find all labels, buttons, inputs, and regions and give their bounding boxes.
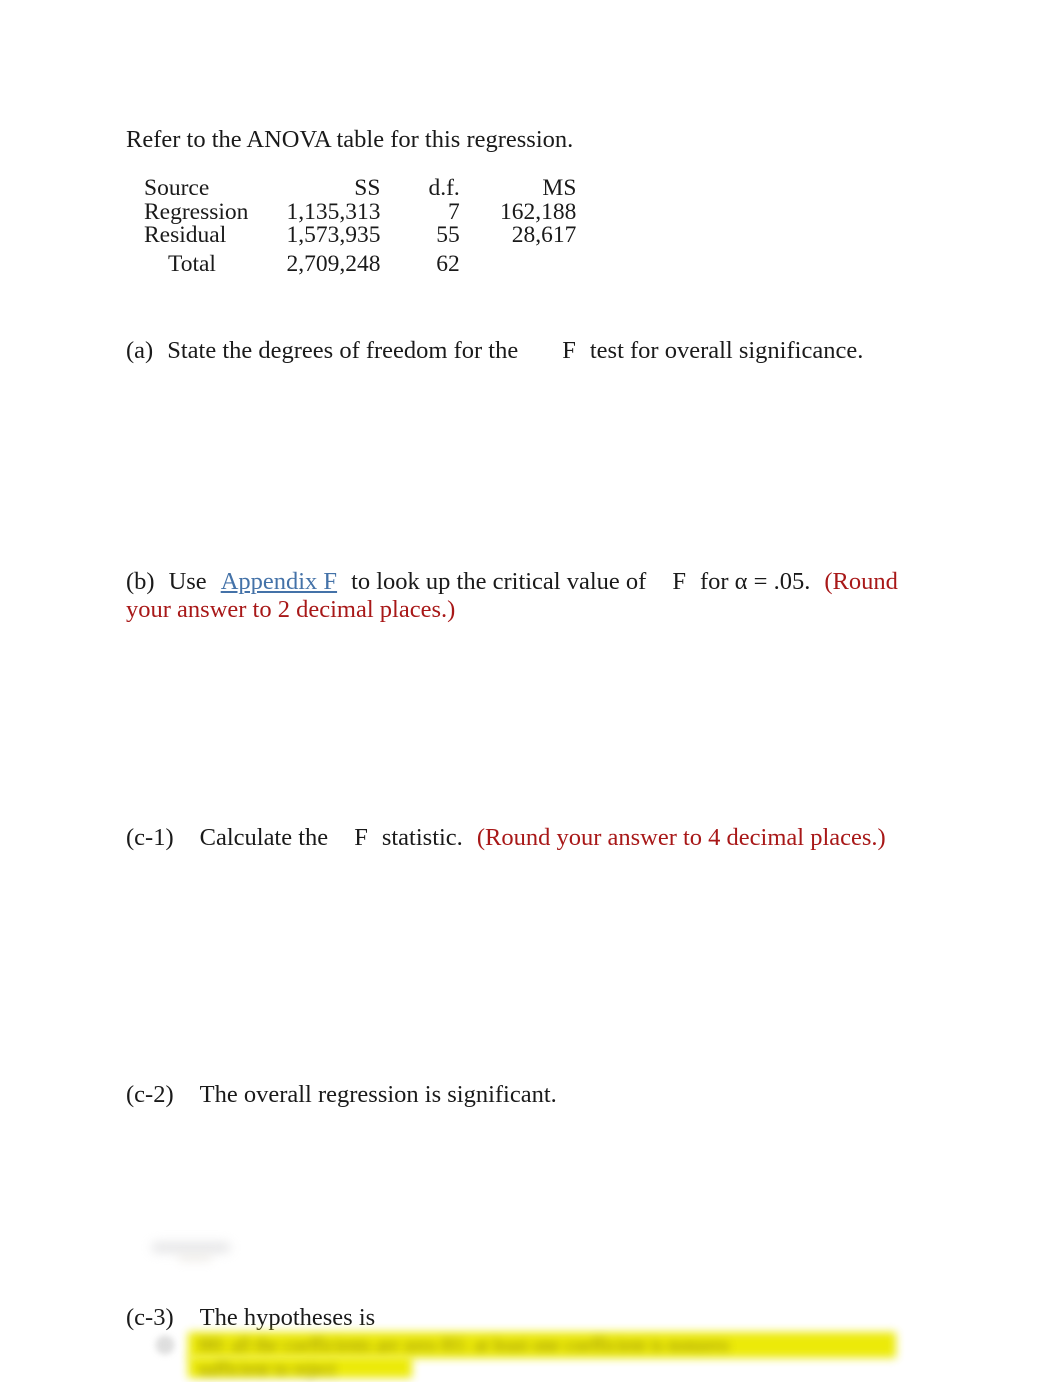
cell-source: Residual [144, 222, 227, 249]
question-b-label: (b) [126, 568, 155, 595]
header-source: Source [144, 175, 210, 201]
question-c1-label: (c-1) [126, 824, 174, 851]
question-c2-label: (c-2) [126, 1081, 174, 1108]
header-df: d.f. [428, 175, 460, 201]
table-row: Regression 1,135,313 7 162,188 [144, 198, 577, 225]
question-c1-text-after: statistic. [381, 824, 463, 851]
table-row: Total 2,709,248 62 [144, 248, 576, 277]
answer-option-line-2: sufficient to reject [198, 1359, 336, 1380]
question-c2: (c-2) The overall regression is significa… [126, 1081, 926, 1109]
question-c1-hint: (Round your answer to 4 decimal places.) [476, 824, 886, 851]
cell-ss: 1,573,935 [286, 222, 381, 249]
intro-sentence: Refer to the ANOVA table for this regres… [126, 126, 574, 153]
question-b-text-3: for α = .05. [699, 568, 811, 595]
question-a: (a) State the degrees of freedom for the F… [126, 337, 926, 365]
header-ms: MS [542, 175, 577, 201]
cell-ss: 1,135,313 [286, 198, 381, 225]
cell-ms: 162,188 [500, 198, 577, 225]
table-header-row: Source SS d.f. MS [144, 175, 577, 201]
appendix-f-link[interactable]: Appendix F [221, 568, 337, 595]
question-c1: (c-1) Calculate the Fstatistic. (Round your… [126, 824, 926, 852]
header-ss: SS [354, 175, 381, 201]
cell-source: Total [168, 250, 216, 277]
question-a-variable: F [562, 337, 576, 364]
question-a-text-before: State the degrees of freedom for the [167, 337, 519, 364]
cell-df: 7 [448, 198, 460, 225]
table-row: Residual 1,573,935 55 28,617 [144, 224, 576, 248]
question-a-text-after: test for overall significance. [589, 337, 864, 364]
question-b-text-2: to look up the critical value of [351, 568, 647, 595]
radio-button-icon[interactable] [156, 1336, 174, 1354]
question-b: (b) Use Appendix F to look up the critical … [126, 568, 926, 624]
answer-option-line-1: H0: all the coefficients are zero H1: at… [198, 1335, 730, 1356]
cell-source: Regression [144, 198, 249, 225]
question-a-label: (a) [126, 337, 154, 364]
cell-ss: 2,709,248 [286, 250, 381, 277]
question-c2-text: The overall regression is significant. [199, 1081, 557, 1108]
question-b-text-1: Use [168, 568, 207, 595]
cell-df: 55 [436, 222, 460, 249]
cell-ms [460, 248, 577, 277]
blurred-smudge [152, 1243, 230, 1252]
question-c1-text-before: Calculate the [199, 824, 329, 851]
cell-ms: 28,617 [511, 222, 577, 249]
answer-option-redacted[interactable]: H0: all the coefficients are zero H1: at… [126, 1326, 926, 1380]
question-c1-variable: F [354, 824, 368, 851]
question-b-variable: F [672, 568, 686, 595]
cell-df: 62 [436, 250, 460, 277]
document-page: Refer to the ANOVA table for this regres… [0, 0, 1062, 1380]
blurred-smudge-secondary [178, 1255, 212, 1261]
anova-table: Source SS d.f. MS Regression 1,135,313 7… [144, 175, 577, 277]
